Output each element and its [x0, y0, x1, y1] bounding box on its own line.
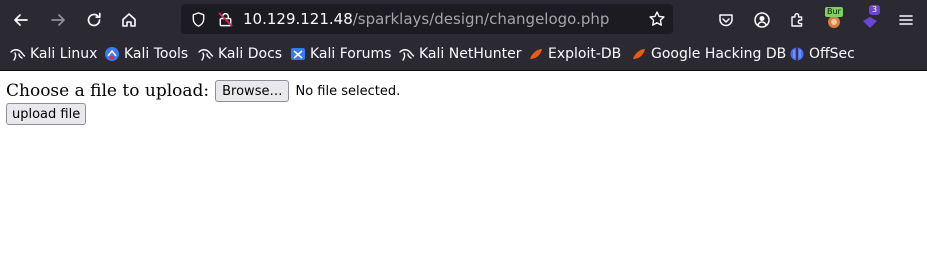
upload-form-row: Choose a file to upload: Browse… No file…: [6, 79, 400, 103]
home-button[interactable]: [116, 7, 142, 33]
menu-button[interactable]: [893, 7, 919, 33]
insecure-lock-icon[interactable]: [216, 10, 234, 28]
page-content: Choose a file to upload: Browse… No file…: [0, 71, 927, 273]
exploit-db-icon: [528, 46, 544, 62]
pocket-icon: [719, 14, 733, 27]
address-bar[interactable]: 10.129.121.48/sparklays/design/changelog…: [181, 4, 673, 34]
kali-dragon-icon: [399, 46, 415, 62]
bookmarks-toolbar: Kali Linux Kali Tools Kali Docs Kali For…: [0, 38, 927, 71]
file-status: No file selected.: [295, 83, 401, 99]
bookmark-offsec[interactable]: OffSec: [789, 45, 855, 63]
burp-extension-button[interactable]: Bur: [821, 7, 847, 33]
shield-icon[interactable]: [189, 10, 207, 28]
reload-button[interactable]: [81, 7, 107, 33]
kali-dragon-icon: [198, 46, 214, 62]
burp-label: Bur: [825, 7, 843, 17]
bookmark-star-icon[interactable]: [648, 10, 666, 28]
bookmark-kali-forums[interactable]: Kali Forums: [290, 45, 391, 63]
extension-badge-button[interactable]: 3: [857, 5, 883, 33]
url-host: 10.129.121.48: [243, 10, 353, 28]
reload-icon: [87, 12, 101, 27]
bookmark-exploit-db[interactable]: Exploit-DB: [528, 45, 621, 63]
puzzle-icon: [791, 13, 803, 27]
hamburger-menu-icon: [899, 15, 913, 25]
url-text[interactable]: 10.129.121.48/sparklays/design/changelog…: [243, 10, 609, 28]
back-button[interactable]: [8, 7, 34, 33]
kali-forums-icon: [290, 46, 306, 62]
url-path: /sparklays/design/changelogo.php: [352, 10, 610, 28]
pocket-button[interactable]: [713, 7, 739, 33]
browse-button[interactable]: Browse…: [215, 80, 290, 102]
extension-count-badge: 3: [869, 5, 881, 15]
upload-file-button[interactable]: upload file: [6, 103, 87, 125]
arrow-right-icon: [51, 14, 65, 26]
exploit-db-icon: [631, 46, 647, 62]
account-icon: [754, 12, 770, 28]
forward-button[interactable]: [45, 7, 71, 33]
kali-dragon-icon: [10, 46, 26, 62]
account-button[interactable]: [749, 7, 775, 33]
bookmark-google-hacking-db[interactable]: Google Hacking DB: [631, 45, 786, 63]
extensions-button[interactable]: [785, 7, 811, 33]
bookmark-kali-nethunter[interactable]: Kali NetHunter: [399, 45, 521, 63]
offsec-icon: [789, 46, 805, 62]
home-icon: [122, 13, 136, 27]
upload-label: Choose a file to upload:: [6, 81, 210, 101]
arrow-left-icon: [14, 14, 28, 26]
bookmark-kali-docs[interactable]: Kali Docs: [198, 45, 282, 63]
bookmark-kali-tools[interactable]: Kali Tools: [104, 45, 188, 63]
kali-tools-icon: [104, 46, 120, 62]
browser-toolbar: 10.129.121.48/sparklays/design/changelog…: [0, 0, 927, 38]
bookmark-kali-linux[interactable]: Kali Linux: [10, 45, 97, 63]
